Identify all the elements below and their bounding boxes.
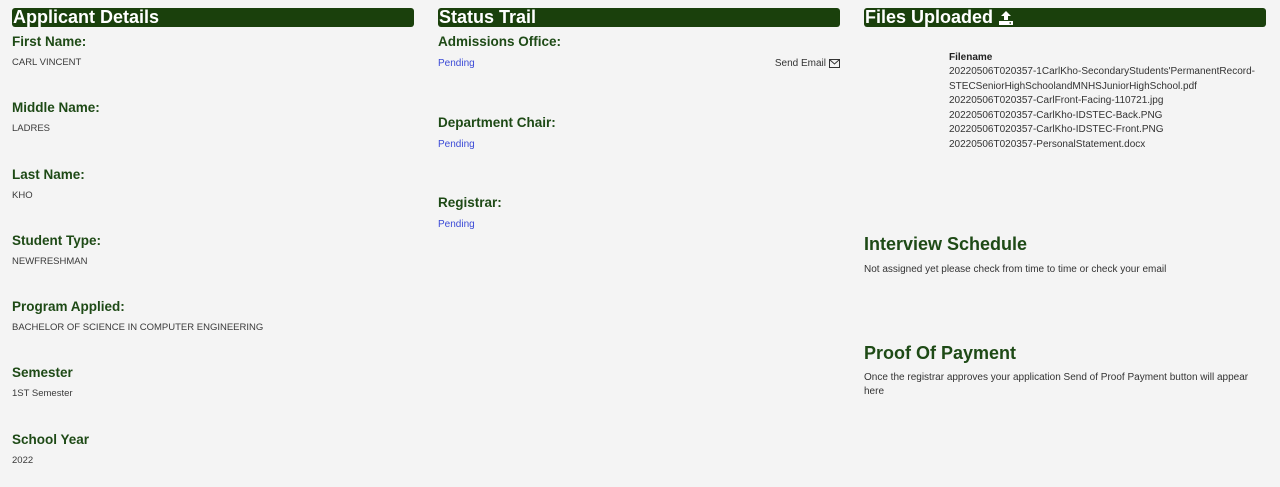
middle-name-value: LADRES — [12, 123, 51, 134]
files-uploaded-header: Files Uploaded — [864, 8, 1266, 27]
interview-schedule-text: Not assigned yet please check from time … — [864, 264, 1167, 275]
program-applied-field: Program Applied: BACHELOR OF SCIENCE IN … — [12, 299, 414, 333]
first-name-value: CARL VINCENT — [12, 57, 82, 68]
proof-of-payment-text: Once the registrar approves your applica… — [864, 372, 1249, 397]
semester-field: Semester 1ST Semester — [12, 365, 414, 399]
upload-icon[interactable] — [998, 10, 1014, 26]
file-item[interactable]: 20220506T020357-CarlKho-IDSTEC-Back.PNG — [949, 109, 1259, 124]
middle-name-field: Middle Name: LADRES — [12, 100, 414, 134]
registrar-value: Pending — [438, 219, 475, 230]
school-year-value: 2022 — [12, 455, 34, 466]
mail-icon — [829, 59, 840, 68]
interview-schedule-title: Interview Schedule — [864, 234, 1028, 254]
department-chair-label: Department Chair: — [438, 115, 556, 130]
files-list: Filename 20220506T020357-1CarlKho-Second… — [949, 52, 1259, 152]
proof-of-payment-title: Proof Of Payment — [864, 343, 1017, 363]
applicant-details-header: Applicant Details — [12, 8, 414, 27]
student-type-field: Student Type: NEWFRESHMAN — [12, 233, 414, 267]
applicant-details-section: Applicant Details First Name: CARL VINCE… — [12, 8, 414, 466]
first-name-field: First Name: CARL VINCENT — [12, 34, 414, 68]
registrar-status: Registrar: Pending — [438, 195, 840, 230]
middle-name-label: Middle Name: — [12, 100, 100, 115]
department-chair-value: Pending — [438, 139, 475, 150]
program-applied-value: BACHELOR OF SCIENCE IN COMPUTER ENGINEER… — [12, 322, 264, 333]
interview-schedule-section: Interview Schedule Not assigned yet plea… — [864, 234, 1266, 277]
file-item[interactable]: 20220506T020357-CarlKho-IDSTEC-Front.PNG — [949, 123, 1259, 138]
department-chair-status: Department Chair: Pending — [438, 115, 840, 150]
files-section: Files Uploaded Filename 20220506T020357-… — [864, 8, 1266, 397]
registrar-label: Registrar: — [438, 195, 502, 210]
program-applied-label: Program Applied: — [12, 299, 125, 314]
file-item[interactable]: 20220506T020357-1CarlKho-SecondaryStuden… — [949, 65, 1259, 94]
admissions-office-value: Pending — [438, 58, 475, 69]
school-year-field: School Year 2022 — [12, 432, 414, 466]
student-type-label: Student Type: — [12, 233, 101, 248]
semester-label: Semester — [12, 365, 73, 380]
last-name-label: Last Name: — [12, 167, 85, 182]
semester-value: 1ST Semester — [12, 388, 73, 399]
student-type-value: NEWFRESHMAN — [12, 256, 88, 267]
first-name-label: First Name: — [12, 34, 87, 49]
files-uploaded-title: Files Uploaded — [865, 7, 994, 27]
admissions-office-label: Admissions Office: — [438, 34, 562, 49]
status-trail-header: Status Trail — [438, 8, 840, 27]
admissions-status-row: Pending Send Email — [438, 58, 840, 69]
admissions-office-status: Admissions Office: Pending Send Email — [438, 34, 840, 69]
last-name-field: Last Name: KHO — [12, 167, 414, 201]
file-item[interactable]: 20220506T020357-PersonalStatement.docx — [949, 138, 1259, 153]
status-trail-section: Status Trail Admissions Office: Pending … — [438, 8, 840, 230]
file-item[interactable]: 20220506T020357-CarlFront-Facing-110721.… — [949, 94, 1259, 109]
proof-of-payment-section: Proof Of Payment Once the registrar appr… — [864, 343, 1266, 399]
filename-column-title: Filename — [949, 52, 993, 63]
send-email-button[interactable]: Send Email — [775, 58, 840, 69]
applicant-details-title: Applicant Details — [13, 7, 160, 27]
send-email-label: Send Email — [774, 58, 826, 69]
school-year-label: School Year — [12, 432, 90, 447]
status-trail-title: Status Trail — [439, 7, 537, 27]
last-name-value: KHO — [12, 190, 33, 201]
